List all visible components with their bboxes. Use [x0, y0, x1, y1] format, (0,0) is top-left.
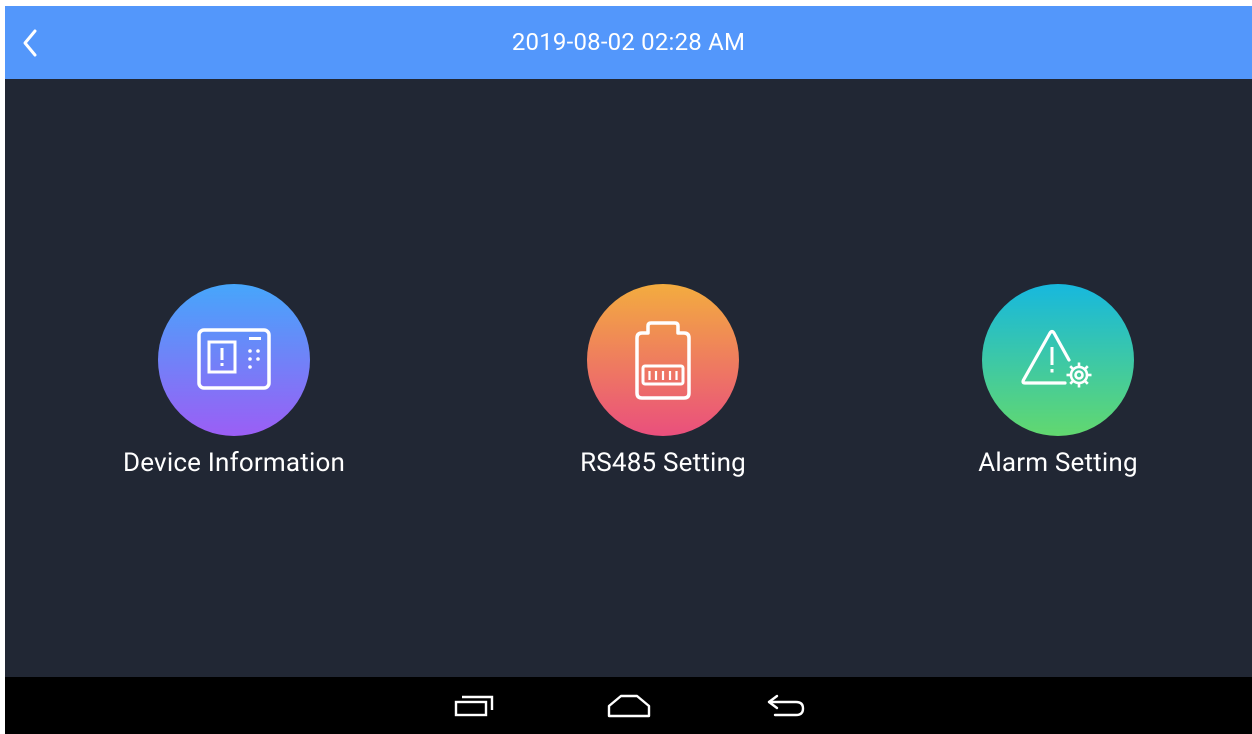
device-information-label: Device Information: [122, 448, 346, 478]
header-datetime: 2019-08-02 02:28 AM: [511, 28, 746, 56]
alarm-warning-gear-icon: [1021, 329, 1092, 388]
recent-apps-icon: [454, 695, 494, 717]
app-screen: 2019-08-02 02:28 AM Device Information R…: [5, 6, 1252, 734]
top-bar: 2019-08-02 02:28 AM: [5, 6, 1252, 79]
back-button[interactable]: [15, 26, 45, 60]
home-icon: [607, 694, 651, 718]
device-information-circle: [158, 284, 310, 436]
back-arrow-icon: [767, 694, 805, 717]
home-button[interactable]: [601, 687, 657, 725]
chevron-left-icon: [23, 29, 37, 57]
rs485-setting-button[interactable]: RS485 Setting: [513, 284, 813, 494]
device-information-button[interactable]: Device Information: [84, 284, 384, 494]
rs485-setting-label: RS485 Setting: [580, 448, 746, 478]
ethernet-port-icon: [635, 321, 691, 400]
system-back-button[interactable]: [757, 687, 813, 725]
rs485-setting-circle: [587, 284, 739, 436]
alarm-setting-button[interactable]: Alarm Setting: [908, 284, 1208, 494]
alarm-setting-circle: [982, 284, 1134, 436]
device-panel-icon: [197, 328, 271, 390]
recent-apps-button[interactable]: [446, 687, 502, 725]
alarm-setting-label: Alarm Setting: [978, 448, 1138, 478]
system-navigation-bar: [5, 677, 1252, 734]
